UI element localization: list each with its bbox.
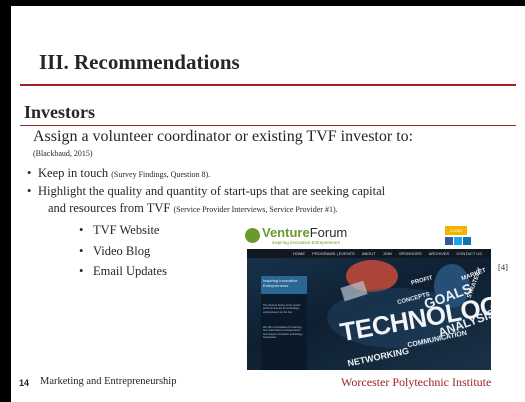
logo-globe-icon xyxy=(245,228,260,243)
nav-item: JOIN xyxy=(382,251,392,256)
nav-item: HOME xyxy=(293,251,305,256)
website-nav: HOME PROGRAMS | EVENTS ABOUT JOIN SPONSO… xyxy=(247,249,491,258)
subitem-email-updates: • Email Updates xyxy=(79,264,167,279)
nav-item: ABOUT xyxy=(361,251,376,256)
page-number: 14 xyxy=(19,378,30,388)
subitem-label: Email Updates xyxy=(93,264,167,278)
panel-title: Inspiring Innovative Entrepreneurs xyxy=(261,276,307,294)
panel-text-1: The Venture Forum is the not-for-profit … xyxy=(263,304,302,314)
login-button: LOGIN xyxy=(445,226,467,235)
website-info-panel: Inspiring Innovative Entrepreneurs The V… xyxy=(261,276,307,370)
title-divider xyxy=(20,84,516,86)
subitem-tvf-website: • TVF Website xyxy=(79,223,159,238)
section-divider xyxy=(20,125,516,126)
bullet-keep-in-touch: • Keep in touch (Survey Findings, Questio… xyxy=(27,166,210,181)
panel-text-2: We offer a foundation for learning and n… xyxy=(263,326,303,340)
bullet-dot-icon: • xyxy=(27,166,32,180)
bullet-highlight: • Highlight the quality and quantity of s… xyxy=(27,184,385,199)
bullet-text: Highlight the quality and quantity of st… xyxy=(38,184,386,198)
bullet-dot-icon: • xyxy=(79,264,84,278)
section-heading: Investors xyxy=(24,102,95,122)
nav-item: PROGRAMS | EVENTS xyxy=(312,251,355,256)
bullet-citation: (Survey Findings, Question 8). xyxy=(111,170,211,179)
logo-wordmark: VentureForum xyxy=(262,225,348,240)
bullet-text: Keep in touch xyxy=(38,166,109,180)
bullet-citation: (Service Provider Interviews, Service Pr… xyxy=(173,205,338,214)
nav-item: CONTACT US xyxy=(456,251,482,256)
reference-marker: [4] xyxy=(498,262,508,272)
linkedin-icon xyxy=(463,237,471,245)
bullet-dot-icon: • xyxy=(79,244,84,258)
bullet-text-line2: and resources from TVF xyxy=(48,201,171,215)
bullet-highlight-continued: and resources from TVF (Service Provider… xyxy=(48,201,338,216)
website-screenshot: HOME PROGRAMS | EVENTS ABOUT JOIN SPONSO… xyxy=(247,249,491,370)
bullet-dot-icon: • xyxy=(79,223,84,237)
subitem-video-blog: • Video Blog xyxy=(79,244,150,259)
website-hero-image: Inspiring Innovative Entrepreneurs The V… xyxy=(247,258,491,370)
nav-item: ARCHIVES xyxy=(428,251,450,256)
nav-item: SPONSORS xyxy=(398,251,422,256)
logo-tagline: inspiring innovative Entrepreneurs xyxy=(272,240,341,245)
facebook-icon xyxy=(445,237,453,245)
slide-title: III. Recommendations xyxy=(39,50,240,74)
lead-text: Assign a volunteer coordinator or existi… xyxy=(33,128,414,145)
subitem-label: TVF Website xyxy=(93,223,160,237)
twitter-icon xyxy=(454,237,462,245)
footer-left-text: Marketing and Entrepreneurship xyxy=(40,376,177,387)
bullet-dot-icon: • xyxy=(27,184,32,198)
venture-forum-logo: VentureForum inspiring innovative Entrep… xyxy=(245,225,351,247)
lead-citation: (Blackbaud, 2015) xyxy=(33,149,93,158)
subitem-label: Video Blog xyxy=(93,244,151,258)
footer-right-text: Worcester Polytechnic Institute xyxy=(341,375,492,389)
